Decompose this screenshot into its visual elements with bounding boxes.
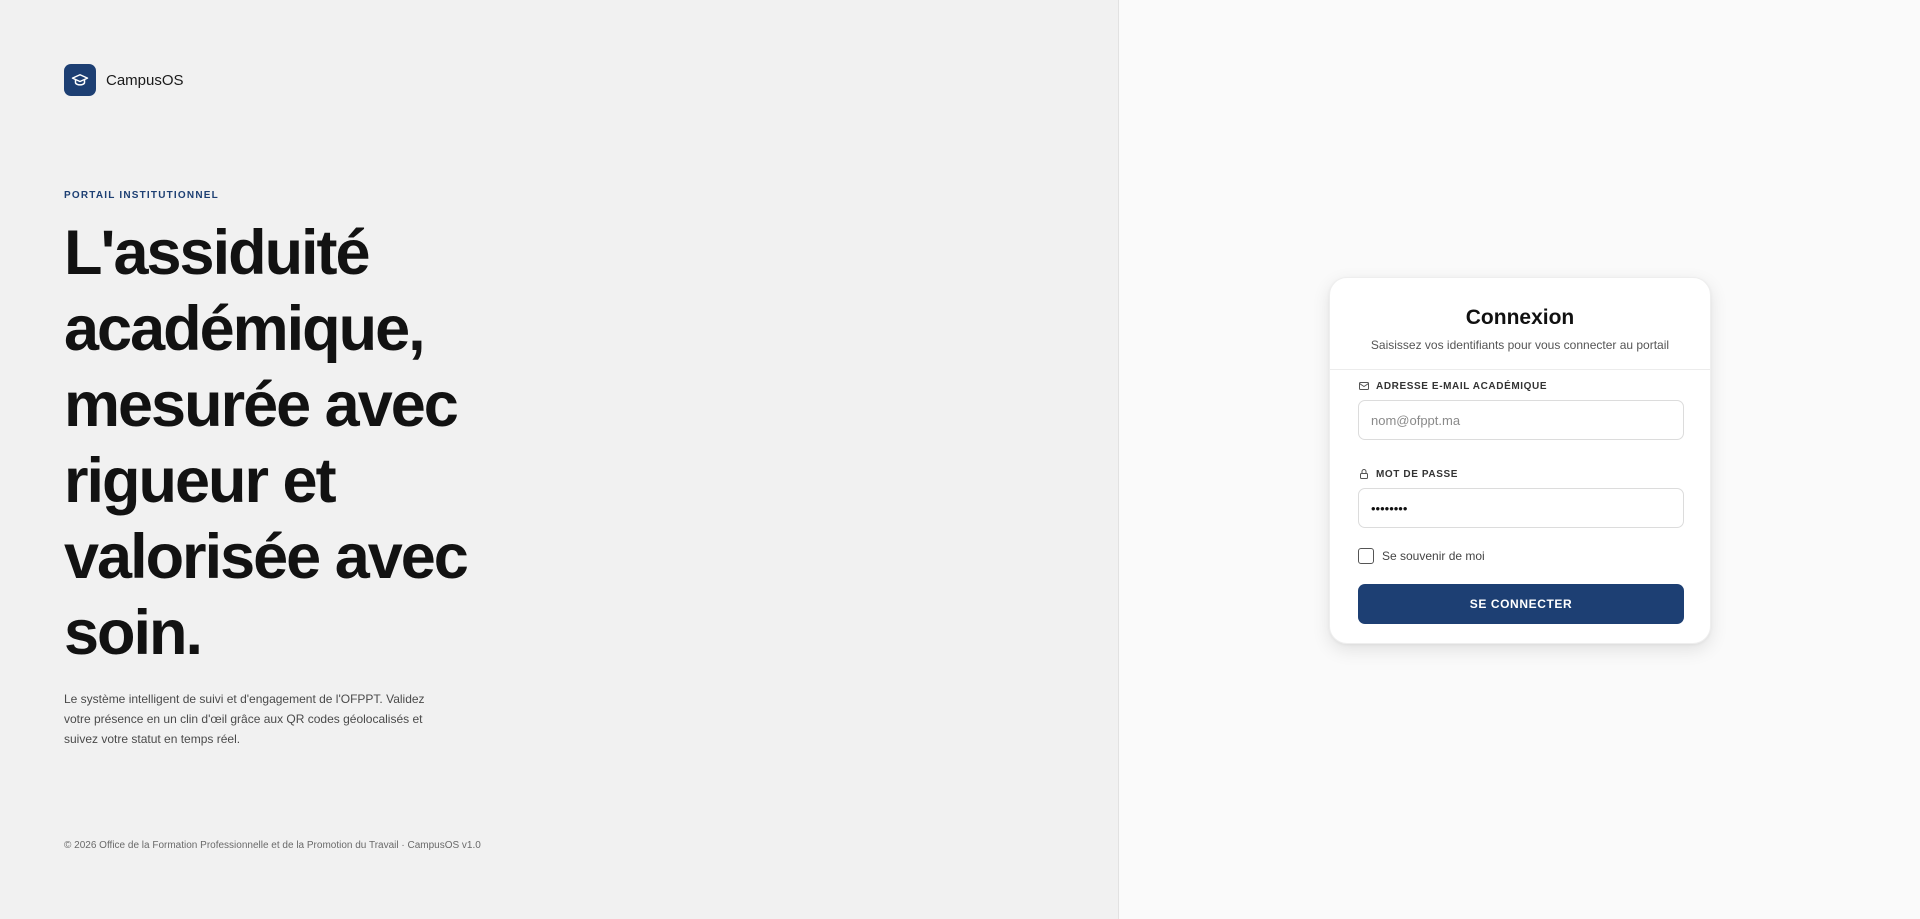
hero-headline: L'assiduité académique, mesurée avec rig…: [64, 218, 469, 668]
email-label: ADRESSE E-MAIL ACADÉMIQUE: [1358, 380, 1682, 392]
password-label: MOT DE PASSE: [1358, 468, 1682, 480]
login-panel: Connexion Saisissez vos identifiants pou…: [1119, 0, 1920, 919]
login-page: CampusOS PORTAIL INSTITUTIONNEL L'assidu…: [0, 0, 1920, 919]
login-card: Connexion Saisissez vos identifiants pou…: [1329, 277, 1711, 644]
eyebrow-label: PORTAIL INSTITUTIONNEL: [64, 190, 219, 201]
login-title: Connexion: [1465, 306, 1575, 329]
brand-name: CampusOS: [106, 71, 184, 89]
remember-me-label: Se souvenir de moi: [1382, 549, 1485, 563]
email-input[interactable]: [1358, 400, 1684, 440]
remember-me-checkbox[interactable]: [1358, 548, 1374, 564]
mail-icon: [1359, 382, 1369, 390]
hero-panel: CampusOS PORTAIL INSTITUTIONNEL L'assidu…: [0, 0, 1119, 919]
brand[interactable]: CampusOS: [64, 64, 184, 96]
login-card-body: ADRESSE E-MAIL ACADÉMIQUE MOT DE PASSE S…: [1330, 370, 1710, 624]
graduation-cap-icon: [64, 64, 96, 96]
copyright-footer: © 2026 Office de la Formation Profession…: [64, 840, 481, 851]
password-input[interactable]: [1358, 488, 1684, 528]
hero-description: Le système intelligent de suivi et d'eng…: [64, 692, 425, 746]
login-subtitle: Saisissez vos identifiants pour vous con…: [1370, 338, 1670, 352]
remember-me[interactable]: Se souvenir de moi: [1358, 548, 1682, 564]
login-card-header: Connexion Saisissez vos identifiants pou…: [1330, 278, 1710, 370]
sign-in-button[interactable]: SE CONNECTER: [1358, 584, 1684, 624]
lock-icon: [1360, 469, 1368, 479]
email-label-text: ADRESSE E-MAIL ACADÉMIQUE: [1376, 380, 1548, 392]
password-label-text: MOT DE PASSE: [1376, 468, 1459, 480]
